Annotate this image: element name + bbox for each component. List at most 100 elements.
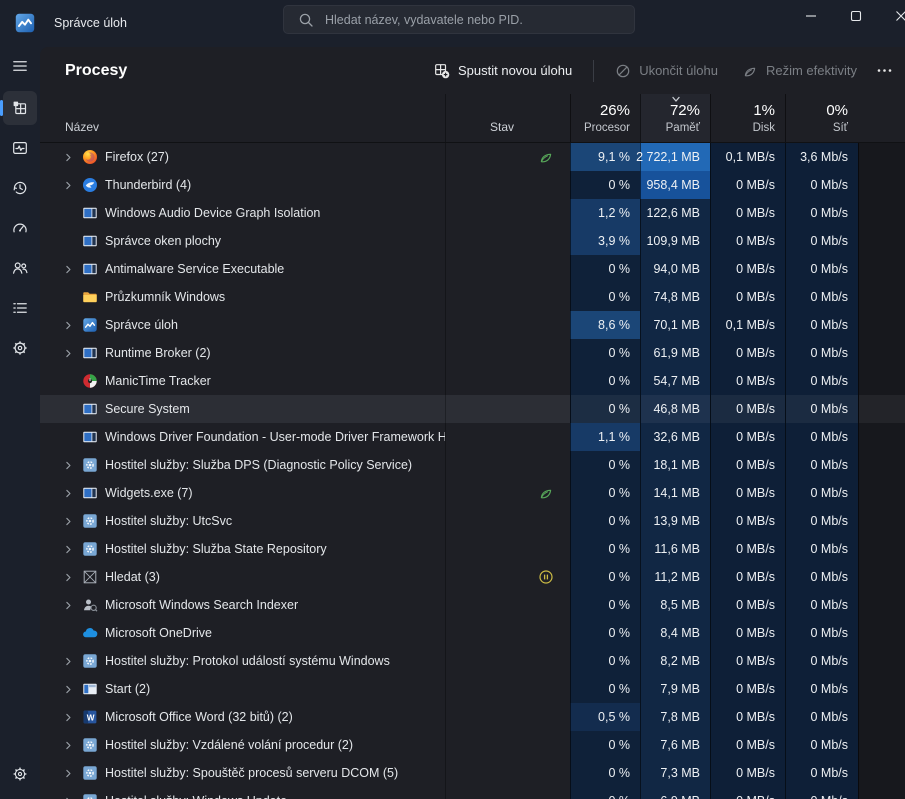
status-cell bbox=[445, 199, 570, 227]
memory-value: 7,9 MB bbox=[640, 675, 710, 703]
process-table: Firefox (27)9,1 %2 722,1 MB0,1 MB/s3,6 M… bbox=[40, 143, 905, 799]
generic-app-icon bbox=[82, 401, 98, 417]
process-row[interactable]: Hledat (3)0 %11,2 MB0 MB/s0 Mb/s bbox=[40, 563, 905, 591]
users-icon bbox=[11, 259, 29, 277]
expand-chevron-icon[interactable] bbox=[62, 319, 75, 332]
process-row[interactable]: Hostitel služby: Vzdálené volání procedu… bbox=[40, 731, 905, 759]
expand-chevron-icon[interactable] bbox=[62, 655, 75, 668]
expand-chevron-icon[interactable] bbox=[62, 739, 75, 752]
sidebar-item-startup-apps[interactable] bbox=[3, 211, 37, 245]
minimize-icon bbox=[805, 10, 817, 22]
expand-chevron-icon[interactable] bbox=[62, 263, 75, 276]
network-value: 0 Mb/s bbox=[785, 423, 858, 451]
memory-value: 70,1 MB bbox=[640, 311, 710, 339]
process-row[interactable]: Hostitel služby: Služba State Repository… bbox=[40, 535, 905, 563]
sidebar-item-menu[interactable] bbox=[3, 49, 37, 83]
row-spacer bbox=[858, 647, 905, 675]
process-name: Start (2) bbox=[105, 682, 150, 696]
expand-chevron-icon[interactable] bbox=[62, 459, 75, 472]
process-row[interactable]: Windows Audio Device Graph Isolation1,2 … bbox=[40, 199, 905, 227]
expand-chevron-icon[interactable] bbox=[62, 683, 75, 696]
process-row[interactable]: Hostitel služby: Protokol událostí systé… bbox=[40, 647, 905, 675]
sidebar-item-app-history[interactable] bbox=[3, 171, 37, 205]
sidebar-item-processes[interactable] bbox=[3, 91, 37, 125]
process-row[interactable]: WMicrosoft Office Word (32 bitů) (2)0,5 … bbox=[40, 703, 905, 731]
process-name: Firefox (27) bbox=[105, 150, 169, 164]
expand-chevron-icon[interactable] bbox=[62, 151, 75, 164]
process-row[interactable]: Thunderbird (4)0 %958,4 MB0 MB/s0 Mb/s bbox=[40, 171, 905, 199]
performance-icon bbox=[11, 139, 29, 157]
column-header-network[interactable]: 0% Síť bbox=[785, 94, 858, 142]
process-row[interactable]: Start (2)0 %7,9 MB0 MB/s0 Mb/s bbox=[40, 675, 905, 703]
status-cell bbox=[445, 675, 570, 703]
process-row[interactable]: Hostitel služby: Windows Update0 %6,9 MB… bbox=[40, 787, 905, 799]
expand-chevron-icon[interactable] bbox=[62, 347, 75, 360]
details-icon bbox=[11, 299, 29, 317]
memory-value: 18,1 MB bbox=[640, 451, 710, 479]
search-box[interactable] bbox=[283, 5, 635, 34]
network-value: 0 Mb/s bbox=[785, 395, 858, 423]
disk-value: 0 MB/s bbox=[710, 479, 785, 507]
column-header-status[interactable]: Stav bbox=[445, 94, 570, 142]
maximize-button[interactable] bbox=[833, 0, 878, 31]
search-input[interactable] bbox=[323, 12, 626, 28]
column-header-name[interactable]: Název bbox=[40, 94, 445, 142]
process-row[interactable]: Widgets.exe (7)0 %14,1 MB0 MB/s0 Mb/s bbox=[40, 479, 905, 507]
window-title: Správce úloh bbox=[54, 16, 127, 30]
process-row[interactable]: Secure System0 %46,8 MB0 MB/s0 Mb/s bbox=[40, 395, 905, 423]
process-row[interactable]: Windows Driver Foundation - User-mode Dr… bbox=[40, 423, 905, 451]
expand-chevron-icon[interactable] bbox=[62, 179, 75, 192]
process-row[interactable]: Antimalware Service Executable0 %94,0 MB… bbox=[40, 255, 905, 283]
process-row[interactable]: Firefox (27)9,1 %2 722,1 MB0,1 MB/s3,6 M… bbox=[40, 143, 905, 171]
expand-chevron-icon[interactable] bbox=[62, 543, 75, 556]
disk-value: 0 MB/s bbox=[710, 759, 785, 787]
disk-value: 0 MB/s bbox=[710, 787, 785, 799]
sidebar-item-details[interactable] bbox=[3, 291, 37, 325]
processes-icon bbox=[11, 99, 29, 117]
sidebar-item-services[interactable] bbox=[3, 331, 37, 365]
memory-value: 11,6 MB bbox=[640, 535, 710, 563]
expand-chevron-icon[interactable] bbox=[62, 711, 75, 724]
run-new-task-button[interactable]: Spustit novou úlohu bbox=[423, 57, 583, 85]
expand-chevron-icon[interactable] bbox=[62, 767, 75, 780]
expand-chevron-icon[interactable] bbox=[62, 571, 75, 584]
process-row[interactable]: Správce oken plochy3,9 %109,9 MB0 MB/s0 … bbox=[40, 227, 905, 255]
cpu-value: 0 % bbox=[570, 563, 640, 591]
row-spacer bbox=[858, 311, 905, 339]
process-row[interactable]: Runtime Broker (2)0 %61,9 MB0 MB/s0 Mb/s bbox=[40, 339, 905, 367]
process-row[interactable]: Microsoft Windows Search Indexer0 %8,5 M… bbox=[40, 591, 905, 619]
close-button[interactable] bbox=[878, 0, 905, 31]
end-task-button: Ukončit úlohu bbox=[604, 57, 729, 85]
column-header-memory[interactable]: 72% Paměť bbox=[640, 94, 710, 142]
process-name-cell: Secure System bbox=[40, 395, 445, 423]
memory-value: 7,6 MB bbox=[640, 731, 710, 759]
column-header-cpu[interactable]: 26% Procesor bbox=[570, 94, 640, 142]
page-title: Procesy bbox=[65, 62, 127, 80]
expand-chevron-icon[interactable] bbox=[62, 599, 75, 612]
status-cell bbox=[445, 535, 570, 563]
status-cell bbox=[445, 619, 570, 647]
process-name-cell: Hostitel služby: Spouštěč procesů server… bbox=[40, 759, 445, 787]
process-row[interactable]: Správce úloh8,6 %70,1 MB0,1 MB/s0 Mb/s bbox=[40, 311, 905, 339]
sidebar-item-performance[interactable] bbox=[3, 131, 37, 165]
expand-chevron-icon[interactable] bbox=[62, 515, 75, 528]
expand-chevron-icon[interactable] bbox=[62, 487, 75, 500]
sidebar-item-users[interactable] bbox=[3, 251, 37, 285]
process-row[interactable]: ManicTime Tracker0 %54,7 MB0 MB/s0 Mb/s bbox=[40, 367, 905, 395]
process-row[interactable]: Hostitel služby: Služba DPS (Diagnostic … bbox=[40, 451, 905, 479]
more-options-button[interactable] bbox=[870, 56, 899, 85]
efficiency-leaf-icon bbox=[538, 485, 554, 501]
memory-value: 8,5 MB bbox=[640, 591, 710, 619]
sidebar-item-settings[interactable] bbox=[3, 757, 37, 791]
process-row[interactable]: Hostitel služby: Spouštěč procesů server… bbox=[40, 759, 905, 787]
process-row[interactable]: Hostitel služby: UtcSvc0 %13,9 MB0 MB/s0… bbox=[40, 507, 905, 535]
memory-value: 94,0 MB bbox=[640, 255, 710, 283]
minimize-button[interactable] bbox=[788, 0, 833, 31]
disk-value: 0 MB/s bbox=[710, 647, 785, 675]
process-name: ManicTime Tracker bbox=[105, 374, 211, 388]
process-row[interactable]: Microsoft OneDrive0 %8,4 MB0 MB/s0 Mb/s bbox=[40, 619, 905, 647]
cpu-value: 0 % bbox=[570, 675, 640, 703]
column-header-disk[interactable]: 1% Disk bbox=[710, 94, 785, 142]
process-row[interactable]: Průzkumník Windows0 %74,8 MB0 MB/s0 Mb/s bbox=[40, 283, 905, 311]
expand-chevron-icon[interactable] bbox=[62, 795, 75, 799]
